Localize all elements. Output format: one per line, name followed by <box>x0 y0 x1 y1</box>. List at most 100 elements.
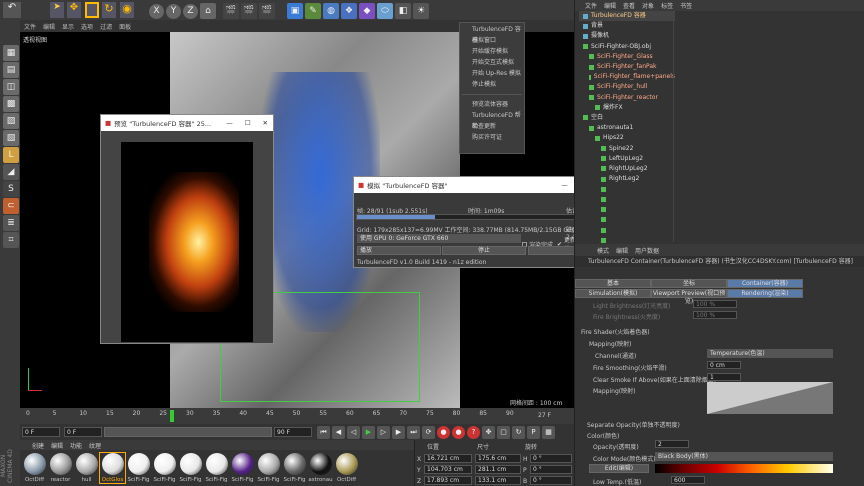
menu-item-sim-window[interactable]: 模拟窗口 <box>460 35 524 46</box>
prev-key-icon[interactable]: ◀ <box>332 426 345 439</box>
color-mode-select[interactable]: Black Body(黑体) <box>655 452 833 461</box>
snap-icon[interactable]: L <box>3 147 19 163</box>
object-row[interactable]: Hips22 <box>579 133 675 143</box>
obj-menu-bookmarks[interactable]: 书签 <box>680 1 692 10</box>
object-row[interactable] <box>579 194 675 204</box>
keyframe-selection-icon[interactable]: ? <box>467 426 480 439</box>
tab-rendering[interactable]: Rendering(渲染) <box>727 289 803 298</box>
object-row[interactable]: LeftUpLeg2 <box>579 154 675 164</box>
start-field[interactable]: 0 F <box>64 427 102 437</box>
obj-menu-tags[interactable]: 标签 <box>661 1 673 10</box>
pen-icon[interactable]: ✎ <box>305 3 321 19</box>
maximize-button[interactable]: ☐ <box>245 119 251 127</box>
pos-x-field[interactable]: 16.721 cm <box>424 454 472 463</box>
object-row[interactable]: SciFi-Fighter_hull <box>579 82 675 92</box>
menu-item-preview[interactable]: 预览流体容器 <box>460 99 524 110</box>
light-icon[interactable]: ☀ <box>413 3 429 19</box>
menu-item-stop-sim[interactable]: 停止模拟 <box>460 79 524 90</box>
mat-menu-texture[interactable]: 纹理 <box>89 441 101 450</box>
points-mode-icon[interactable]: ▩ <box>3 96 19 112</box>
menu-item-upres-sim[interactable]: 开始 Up-Res 模拟 <box>460 68 524 79</box>
object-row[interactable]: 空白 <box>579 113 675 123</box>
size-z-field[interactable]: 133.1 cm <box>475 476 521 485</box>
menu-item-help[interactable]: TurbulenceFD 帮助 <box>460 110 524 130</box>
material-swatch[interactable]: SciFi-Fig <box>152 453 177 483</box>
render-settings-icon[interactable]: 🎬 <box>259 3 275 19</box>
edit-gradient-button[interactable]: Edit(编辑) <box>589 464 649 473</box>
close-button[interactable]: ✕ <box>263 119 268 127</box>
light-brightness-field[interactable]: 100 % <box>693 300 737 308</box>
material-swatch[interactable]: astronau <box>308 453 333 483</box>
object-row[interactable]: 背景 <box>579 21 675 31</box>
menu-camera[interactable]: 编辑 <box>43 22 55 31</box>
object-row[interactable]: SciFi-Fighter_flame+panels <box>579 72 675 82</box>
mat-menu-function[interactable]: 功能 <box>70 441 82 450</box>
tab-basic[interactable]: 基本 <box>575 279 651 288</box>
key-pos-icon[interactable]: ✥ <box>482 426 495 439</box>
rotate-icon[interactable]: ↻ <box>102 2 116 18</box>
obj-menu-file[interactable]: 文件 <box>585 1 597 10</box>
key-param-icon[interactable]: P <box>527 426 540 439</box>
fire-shader-section[interactable]: Fire Shader(火焰着色器) <box>581 327 650 336</box>
axis-mode-icon[interactable]: ◫ <box>3 79 19 95</box>
goto-end-icon[interactable]: ⏭ <box>407 426 420 439</box>
object-row[interactable]: Spine22 <box>579 143 675 153</box>
menu-view[interactable]: 文件 <box>24 22 36 31</box>
pos-z-field[interactable]: 17.893 cm <box>424 476 472 485</box>
loop-icon[interactable]: ⟳ <box>422 426 435 439</box>
tab-simulation[interactable]: Simulation(模拟) <box>575 289 651 298</box>
polygons-mode-icon[interactable]: ▧ <box>3 130 19 146</box>
size-y-field[interactable]: 281.1 cm <box>475 465 521 474</box>
array-icon[interactable]: ❖ <box>341 3 357 19</box>
low-temp-field[interactable]: 600 <box>671 476 705 484</box>
record-icon[interactable]: ● <box>437 426 450 439</box>
opacity-field[interactable]: 2 <box>655 440 689 448</box>
material-swatch[interactable]: OctGlos <box>99 452 126 484</box>
menu-panel[interactable]: 面板 <box>119 22 131 31</box>
autokey-icon[interactable]: ● <box>452 426 465 439</box>
mat-menu-edit[interactable]: 编辑 <box>51 441 63 450</box>
model-mode-icon[interactable]: ▦ <box>3 45 19 61</box>
key-scale-icon[interactable]: ▢ <box>497 426 510 439</box>
end-field[interactable]: 90 F <box>274 427 312 437</box>
y-axis-button[interactable]: Y <box>166 3 181 19</box>
camera-icon[interactable]: ◧ <box>395 3 411 19</box>
preview-canvas[interactable] <box>121 142 253 342</box>
rot-b-field[interactable]: 0 ° <box>530 476 572 485</box>
frame-field[interactable]: 0 F <box>22 427 60 437</box>
object-row[interactable]: SciFi-Fighter_fanPak <box>579 62 675 72</box>
object-row[interactable] <box>579 184 675 194</box>
texture-mode-icon[interactable]: ▤ <box>3 62 19 78</box>
stop-button[interactable]: 停止 <box>442 246 526 255</box>
attr-tab-userdata[interactable]: 用户数据 <box>635 246 659 255</box>
next-frame-icon[interactable]: ▷ <box>377 426 390 439</box>
obj-menu-objects[interactable]: 对象 <box>642 1 654 10</box>
prev-frame-icon[interactable]: ◁ <box>347 426 360 439</box>
select-icon[interactable]: ➤ <box>50 2 64 18</box>
size-x-field[interactable]: 175.6 cm <box>475 454 521 463</box>
object-row[interactable]: astronauta1 <box>579 123 675 133</box>
timeline-cursor[interactable] <box>170 410 174 422</box>
color-section[interactable]: Color(颜色) <box>587 431 619 440</box>
render-view-icon[interactable]: 🎬 <box>223 3 239 19</box>
rot-p-field[interactable]: 0 ° <box>530 465 572 474</box>
object-row[interactable]: TurbulenceFD 容器 <box>579 11 675 22</box>
tab-container[interactable]: Container(容器) <box>727 279 803 288</box>
attr-tab-mode[interactable]: 模式 <box>597 246 609 255</box>
material-swatch[interactable]: SciFi-Fig <box>256 453 281 483</box>
material-swatch[interactable]: reactor <box>48 453 73 483</box>
key-rot-icon[interactable]: ↻ <box>512 426 525 439</box>
object-row[interactable]: RightUpLeg2 <box>579 164 675 174</box>
fire-smoothing-field[interactable]: 0 cm <box>707 361 741 369</box>
obj-menu-view[interactable]: 查看 <box>623 1 635 10</box>
move-icon[interactable]: ✥ <box>67 2 81 18</box>
recent-icon[interactable]: ◉ <box>120 2 134 18</box>
material-swatch[interactable]: SciFi-Fig <box>282 453 307 483</box>
fire-brightness-field[interactable]: 100 % <box>693 311 737 319</box>
color-gradient[interactable] <box>655 464 833 473</box>
menu-item-update[interactable]: 检查更新 <box>460 121 524 132</box>
separate-opacity-section[interactable]: Separate Opacity(单独不透明度) <box>587 420 680 429</box>
material-swatch[interactable]: OctDiff <box>334 453 359 483</box>
menu-display[interactable]: 显示 <box>62 22 74 31</box>
subdivision-icon[interactable]: ◍ <box>323 3 339 19</box>
